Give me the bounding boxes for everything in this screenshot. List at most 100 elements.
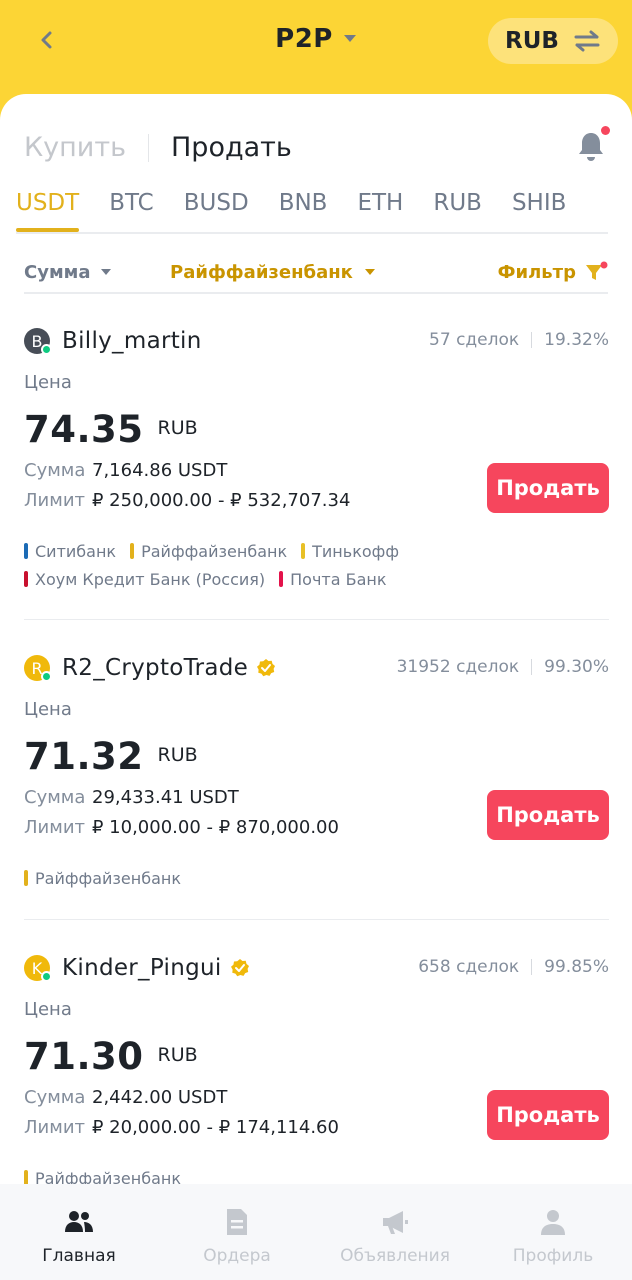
avatar: R [24,655,52,682]
payment-methods: Ситибанк Райффайзенбанк Тинькофф Хоум Кр… [24,542,609,589]
amount-row: Сумма 2,442.00 USDT [24,1087,227,1108]
online-indicator [41,671,52,682]
limit-row: Лимит ₽ 20,000.00 - ₽ 174,114.60 [24,1117,339,1138]
ad-card: B Billy_martin 57 сделок 19.32% Цена 74.… [24,326,609,596]
amount-filter[interactable]: Сумма [24,262,111,283]
home-people-icon [65,1211,93,1232]
tab-divider [148,133,149,162]
seller-stats: 31952 сделок 99.30% [397,657,609,677]
filter-bar: Сумма Райффайзенбанк Фильтр [24,252,608,292]
fiat-currency-switch[interactable]: RUB [488,18,618,64]
seller-stats: 57 сделок 19.32% [429,330,609,350]
divider [16,232,608,234]
trade-count: 31952 сделок [396,657,520,677]
payment-method-filter[interactable]: Райффайзенбанк [170,262,375,283]
seller-name: Billy_martin [62,328,202,354]
verified-badge-icon [230,959,249,977]
nav-orders-label: Ордера [203,1246,271,1266]
ad-card: K Kinder_Pingui 658 сделок 99.85% Цена 7… [24,953,609,1193]
avatar: B [24,328,52,355]
tab-sell[interactable]: Продать [171,132,292,163]
nav-profile[interactable]: Профиль [474,1184,632,1280]
amount-row: Сумма 29,433.41 USDT [24,787,239,808]
limit-label: Лимит [24,490,85,511]
completion-rate: 99.30% [544,657,609,677]
payment-method-tag: Тинькофф [301,542,399,561]
seller-name: Kinder_Pingui [62,955,222,981]
swap-arrows-icon [574,30,600,52]
payment-methods: Райффайзенбанк [24,869,609,888]
tab-coin-eth[interactable]: ETH [357,190,403,232]
nav-ads-label: Объявления [340,1246,450,1266]
profile-icon [541,1210,565,1235]
amount-label: Сумма [24,460,86,481]
amount-row: Сумма 7,164.86 USDT [24,460,227,481]
tab-coin-shib[interactable]: SHIB [512,190,566,232]
payment-method-tag: Почта Банк [279,570,387,589]
amount-value: 2,442.00 USDT [92,1087,228,1108]
online-indicator [41,344,52,355]
caret-down-icon [100,268,111,275]
payment-method-tag: Ситибанк [24,542,116,561]
funnel-icon [586,261,608,280]
completion-rate: 99.85% [544,957,609,977]
price-label: Цена [24,699,72,720]
limit-row: Лимит ₽ 10,000.00 - ₽ 870,000.00 [24,817,339,838]
price-currency: RUB [157,744,198,766]
nav-ads[interactable]: Объявления [316,1184,474,1280]
tab-buy[interactable]: Купить [24,132,126,163]
price-label: Цена [24,372,72,393]
app-header: P2P RUB [0,0,632,96]
tab-coin-btc[interactable]: BTC [109,190,154,232]
verified-badge-icon [257,659,276,677]
price-value: 74.35 [24,408,144,451]
limit-row: Лимит ₽ 250,000.00 - ₽ 532,707.34 [24,490,350,511]
sell-button[interactable]: Продать [487,1090,609,1140]
price-row: 71.30 RUB [24,1035,198,1078]
payment-method-filter-label: Райффайзенбанк [170,261,353,283]
notifications-button[interactable] [576,126,610,162]
nav-profile-label: Профиль [512,1246,594,1266]
avatar: K [24,955,52,982]
price-value: 71.32 [24,735,144,778]
bell-icon [579,133,603,161]
megaphone-icon [383,1211,408,1234]
nav-orders[interactable]: Ордера [158,1184,316,1280]
nav-home[interactable]: Главная [0,1184,158,1280]
amount-label: Сумма [24,1087,86,1108]
notification-dot [601,126,610,135]
divider [24,619,609,620]
price-label: Цена [24,999,72,1020]
online-indicator [41,971,52,982]
limit-value: ₽ 10,000.00 - ₽ 870,000.00 [92,817,339,838]
tab-coin-bnb[interactable]: BNB [279,190,328,232]
filter-button[interactable]: Фильтр [498,261,608,283]
amount-value: 29,433.41 USDT [92,787,239,808]
limit-label: Лимит [24,817,85,838]
payment-method-tag: Райффайзенбанк [24,869,181,888]
tab-coin-busd[interactable]: BUSD [184,190,249,232]
orders-icon [227,1209,247,1235]
price-currency: RUB [157,417,198,439]
nav-home-label: Главная [42,1246,116,1266]
coin-tabs: USDT BTC BUSD BNB ETH RUB SHIB [16,190,608,232]
limit-label: Лимит [24,1117,85,1138]
ad-card: R R2_CryptoTrade 31952 сделок 99.30% Цен… [24,653,609,893]
seller-stats: 658 сделок 99.85% [418,957,609,977]
tab-coin-rub[interactable]: RUB [433,190,482,232]
price-row: 74.35 RUB [24,408,198,451]
caret-down-icon [364,268,375,275]
amount-filter-label: Сумма [24,261,91,283]
trade-count: 57 сделок [429,330,520,350]
amount-value: 7,164.86 USDT [92,460,228,481]
sell-button[interactable]: Продать [487,463,609,513]
page-title: P2P [275,24,333,54]
fiat-currency-label: RUB [505,28,559,54]
tab-coin-usdt[interactable]: USDT [16,190,80,232]
trade-type-tabs: Купить Продать [24,132,292,163]
bottom-navigation: Главная Ордера Объявления Профиль [0,1184,632,1280]
amount-label: Сумма [24,787,86,808]
sell-button[interactable]: Продать [487,790,609,840]
completion-rate: 19.32% [544,330,609,350]
trade-count: 658 сделок [418,957,520,977]
